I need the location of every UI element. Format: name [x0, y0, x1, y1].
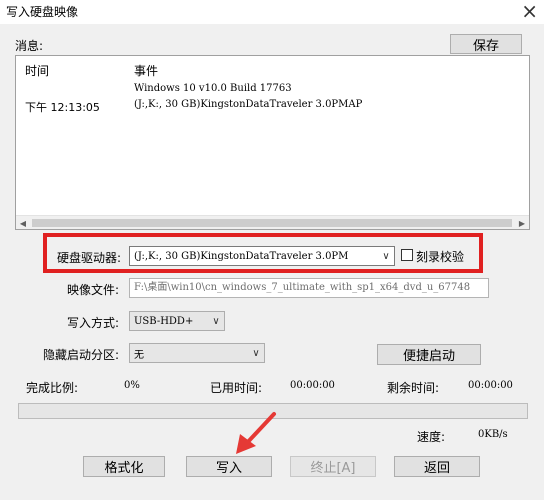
- stop-button: 终止[A]: [290, 456, 376, 477]
- drive-select-value: (J:,K:, 30 GB)KingstonDataTraveler 3.0PM: [134, 250, 349, 262]
- drive-select[interactable]: (J:,K:, 30 GB)KingstonDataTraveler 3.0PM…: [129, 246, 395, 266]
- hidden-partition-value: 无: [134, 349, 144, 361]
- pointer-arrow-icon: [236, 412, 276, 454]
- hidden-partition-label: 隐藏启动分区:: [43, 348, 120, 362]
- elapsed-label: 已用时间:: [210, 381, 263, 395]
- speed-label: 速度:: [417, 430, 446, 444]
- elapsed-value: 00:00:00: [290, 380, 335, 391]
- scrollbar-thumb[interactable]: [32, 219, 512, 227]
- format-button[interactable]: 格式化: [83, 456, 165, 477]
- image-file-field[interactable]: F:\桌面\win10\cn_windows_7_ultimate_with_s…: [129, 278, 489, 298]
- chevron-down-icon: ∨: [252, 347, 260, 359]
- remaining-value: 00:00:00: [468, 380, 513, 391]
- close-icon[interactable]: ×: [521, 0, 538, 23]
- complete-value: 0%: [124, 380, 140, 391]
- save-button[interactable]: 保存: [450, 34, 522, 54]
- quick-boot-button[interactable]: 便捷启动: [377, 344, 481, 365]
- log-time: 下午 12:13:05: [25, 101, 100, 114]
- chevron-down-icon: ∨: [382, 250, 390, 262]
- scroll-right-icon[interactable]: ▶: [515, 216, 529, 229]
- log-header-event: 事件: [134, 64, 159, 78]
- speed-value: 0KB/s: [478, 429, 508, 440]
- complete-label: 完成比例:: [26, 381, 79, 395]
- image-file-label: 映像文件:: [67, 283, 120, 297]
- write-mode-label: 写入方式:: [67, 316, 120, 330]
- write-mode-select[interactable]: USB-HDD+ ∨: [129, 311, 225, 331]
- messages-label: 消息:: [15, 39, 44, 53]
- back-button[interactable]: 返回: [394, 456, 480, 477]
- log-header-time: 时间: [25, 64, 50, 78]
- scroll-left-icon[interactable]: ◀: [16, 216, 30, 229]
- log-event: Windows 10 v10.0 Build 17763: [134, 83, 292, 94]
- horizontal-scrollbar[interactable]: ◀ ▶: [16, 215, 529, 229]
- remaining-label: 剩余时间:: [387, 381, 440, 395]
- log-event: (J:,K:, 30 GB)KingstonDataTraveler 3.0PM…: [134, 99, 363, 110]
- verify-label: 刻录校验: [416, 250, 465, 264]
- verify-checkbox[interactable]: [401, 249, 413, 261]
- title-bar: 写入硬盘映像 ×: [0, 0, 544, 24]
- write-mode-value: USB-HDD+: [134, 315, 194, 327]
- drive-label: 硬盘驱动器:: [57, 251, 122, 265]
- chevron-down-icon: ∨: [212, 315, 220, 327]
- window-title: 写入硬盘映像: [6, 5, 79, 19]
- message-log: 时间 事件 Windows 10 v10.0 Build 17763 下午 12…: [15, 55, 530, 230]
- hidden-partition-select[interactable]: 无 ∨: [129, 343, 265, 363]
- write-button[interactable]: 写入: [186, 456, 272, 477]
